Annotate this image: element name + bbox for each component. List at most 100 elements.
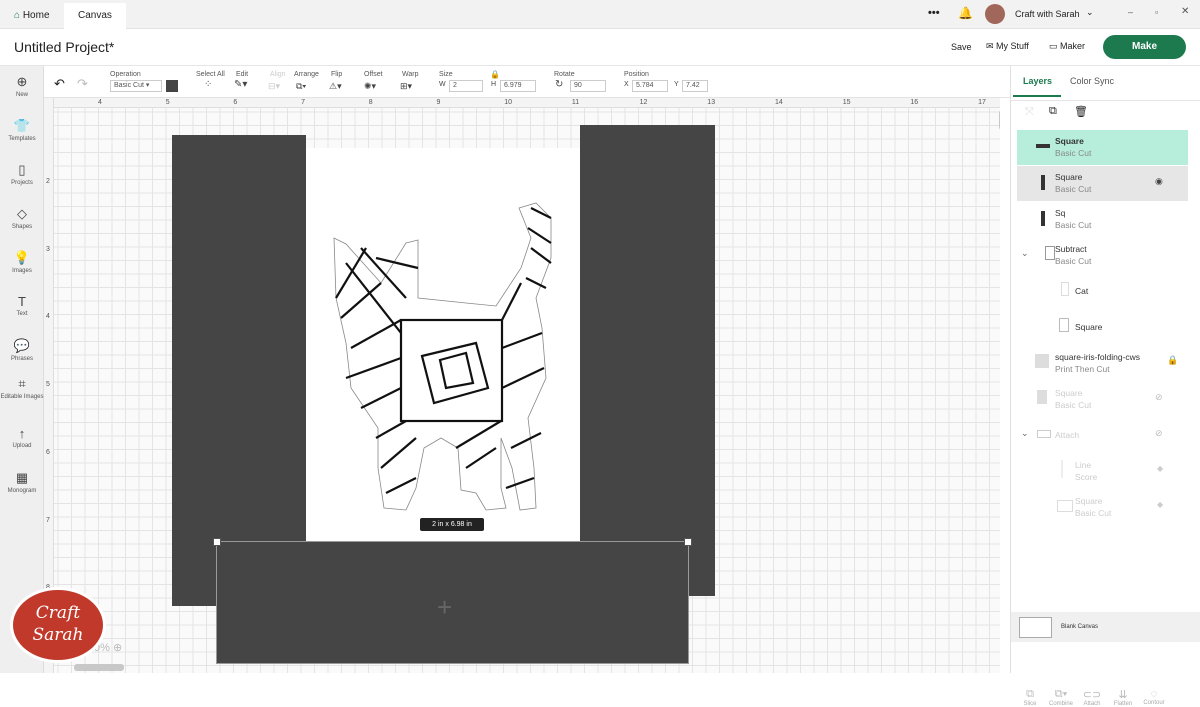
size-label: Size: [439, 71, 453, 78]
arrange-label: Arrange: [294, 71, 319, 78]
layer-item[interactable]: Sq Basic Cut: [1017, 202, 1188, 237]
sidebar-item-label: New: [15, 92, 28, 98]
tab-canvas[interactable]: Canvas: [64, 3, 126, 29]
flip-icon[interactable]: ⚠▾: [329, 81, 342, 92]
chevron-down-icon[interactable]: ⌄: [1021, 428, 1029, 439]
chevron-down-icon[interactable]: ⌄: [1086, 7, 1094, 18]
sidebar-item-templates[interactable]: 👕 Templates: [0, 118, 44, 142]
more-menu[interactable]: •••: [928, 7, 940, 19]
layer-item[interactable]: Subtract Basic Cut ⌄: [1017, 238, 1188, 273]
warp-icon[interactable]: ⊞▾: [400, 81, 412, 92]
sidebar-item-editable-images[interactable]: ⌗ Editable Images: [0, 376, 44, 400]
ruler-tick-label: 5: [165, 99, 170, 106]
ruler-tick-label: 6: [233, 99, 238, 106]
layer-item[interactable]: Square Basic Cut ◉: [1017, 166, 1188, 201]
images-icon: 💡: [13, 250, 31, 265]
iris-folding-print[interactable]: [306, 148, 580, 542]
sidebar-item-phrases[interactable]: 💬 Phrases: [0, 338, 44, 362]
ruler-tick-label: 13: [707, 99, 716, 106]
maker-button[interactable]: ▭ Maker: [1049, 41, 1085, 52]
tool-slice[interactable]: ⧉ Slice: [1013, 688, 1047, 707]
account-name[interactable]: Craft with Sarah: [1015, 9, 1080, 19]
sidebar-item-upload[interactable]: ↑ Upload: [0, 426, 44, 449]
design-canvas[interactable]: 2 in x 6.98 in + 0% ⊕: [44, 98, 1000, 673]
align-icon[interactable]: ⊟▾: [268, 81, 280, 92]
sidebar-item-label: Templates: [8, 136, 36, 142]
horizontal-scrollbar[interactable]: [74, 664, 124, 671]
bell-icon[interactable]: 🔔: [958, 6, 973, 20]
x-input[interactable]: 5.784: [632, 80, 668, 92]
eye-off-icon[interactable]: ⊘: [1155, 428, 1163, 439]
layer-thumbnail: [1037, 390, 1047, 404]
color-swatch[interactable]: [166, 80, 178, 92]
y-input[interactable]: 7.42: [682, 80, 708, 92]
layer-item[interactable]: Square Basic Cut ◆: [1017, 490, 1188, 525]
trash-icon[interactable]: 🗑: [1074, 105, 1088, 118]
tool-attach[interactable]: ⊂⊃ Attach: [1075, 688, 1109, 707]
restore-icon[interactable]: ▫: [1155, 7, 1158, 17]
left-square-shape[interactable]: [172, 135, 306, 606]
resize-handle[interactable]: [684, 538, 692, 546]
tab-layers[interactable]: Layers: [1023, 76, 1052, 86]
offset-label: Offset: [364, 71, 383, 78]
make-button[interactable]: Make: [1103, 35, 1186, 59]
dot-icon: ◆: [1157, 500, 1164, 509]
layer-item[interactable]: Line Score ◆: [1017, 454, 1188, 489]
undo-icon[interactable]: ↶: [54, 76, 65, 92]
ungroup-icon[interactable]: ⤧: [1025, 106, 1034, 119]
layer-operation: Print Then Cut: [1055, 364, 1110, 374]
ruler-tick-label: 4: [98, 99, 102, 106]
eye-off-icon[interactable]: ⊘: [1155, 392, 1163, 403]
edit-icon[interactable]: ✎▾: [234, 79, 247, 90]
h-label: H: [491, 81, 497, 88]
attach-icon: ⊂⊃: [1082, 689, 1102, 701]
sidebar-item-new[interactable]: ⊕ New: [0, 74, 44, 98]
resize-handle[interactable]: [213, 538, 221, 546]
layer-item[interactable]: square-iris-folding-cws Print Then Cut 🔒: [1017, 346, 1188, 381]
width-input[interactable]: 2: [449, 80, 483, 92]
layer-name: Square: [1055, 388, 1083, 398]
layer-item[interactable]: Attach ⌄ ⊘: [1017, 418, 1188, 453]
sidebar-item-shapes[interactable]: ◇ Shapes: [0, 206, 44, 230]
offset-icon[interactable]: ✺▾: [364, 81, 376, 92]
lock-icon[interactable]: 🔒: [490, 70, 500, 79]
tool-contour[interactable]: ◌ Contour: [1137, 688, 1171, 706]
tool-combine[interactable]: ⧉▾ Combine: [1044, 688, 1078, 707]
tool-label: Combine: [1048, 701, 1073, 707]
selected-square-shape[interactable]: +: [216, 541, 689, 664]
layer-operation: Basic Cut: [1055, 184, 1092, 194]
tool-flatten[interactable]: ⇊ Flatten: [1106, 688, 1140, 707]
sidebar-item-text[interactable]: T Text: [0, 294, 44, 317]
minimize-icon[interactable]: –: [1128, 7, 1133, 17]
avatar[interactable]: [985, 4, 1005, 24]
layer-item[interactable]: Square: [1017, 310, 1188, 345]
tab-color-sync[interactable]: Color Sync: [1070, 76, 1114, 86]
sidebar-item-projects[interactable]: ▯ Projects: [0, 162, 44, 186]
layer-item[interactable]: Square Basic Cut ⊘: [1017, 382, 1188, 417]
editable-images-icon: ⌗: [18, 376, 26, 391]
sidebar-item-images[interactable]: 💡 Images: [0, 250, 44, 274]
close-icon[interactable]: ✕: [1181, 6, 1189, 17]
right-square-shape[interactable]: [580, 125, 715, 596]
eye-icon[interactable]: ◉: [1155, 176, 1163, 187]
layer-item[interactable]: Square Basic Cut: [1017, 130, 1188, 165]
duplicate-icon[interactable]: ⧉: [1049, 105, 1057, 118]
my-stuff-button[interactable]: ✉ My Stuff: [986, 41, 1029, 52]
sidebar-item-monogram[interactable]: ▦ Monogram: [0, 470, 44, 494]
height-input[interactable]: 6.979: [500, 80, 536, 92]
vertical-scrollbar[interactable]: [999, 110, 1000, 130]
blank-canvas-row[interactable]: Blank Canvas: [1011, 612, 1200, 642]
lock-icon[interactable]: 🔒: [1167, 355, 1178, 366]
shapes-icon: ◇: [17, 206, 27, 221]
tab-home[interactable]: ⌂ Home: [0, 3, 64, 29]
chevron-down-icon[interactable]: ⌄: [1021, 248, 1029, 259]
select-all-icon[interactable]: ⁘: [204, 79, 212, 90]
arrange-icon[interactable]: ⧉▾: [296, 81, 306, 92]
layer-item[interactable]: Cat: [1017, 274, 1188, 309]
sidebar-item-label: Projects: [11, 180, 33, 186]
layer-thumbnail: [1061, 282, 1069, 296]
redo-icon[interactable]: ↷: [77, 76, 88, 92]
rotate-input[interactable]: 90: [570, 80, 606, 92]
save-button[interactable]: Save: [951, 42, 972, 52]
operation-select[interactable]: Basic Cut ▾: [110, 80, 162, 92]
